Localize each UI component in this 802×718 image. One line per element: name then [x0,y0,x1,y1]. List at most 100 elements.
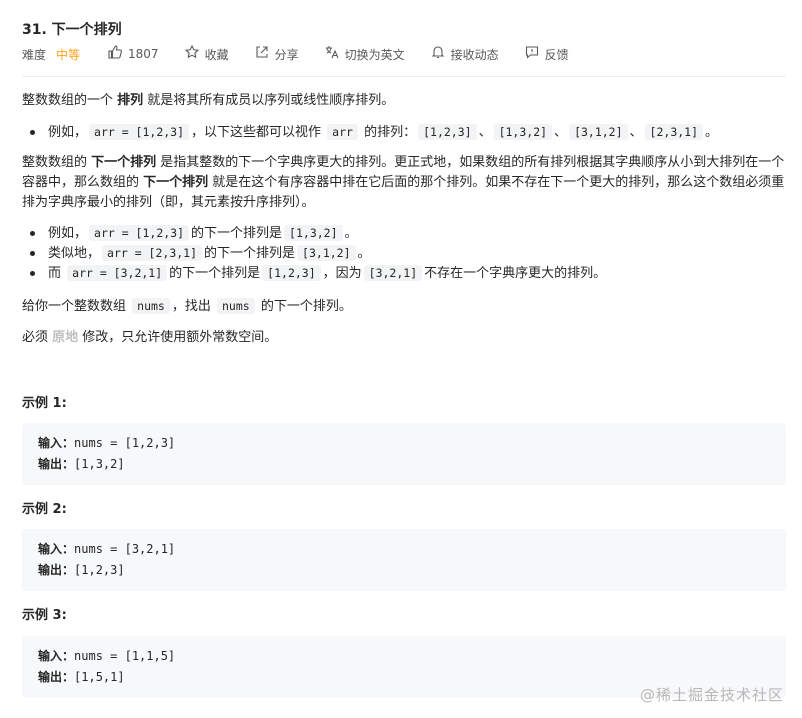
text: 。 [344,226,358,241]
text: 不存在一个字典序更大的排列。 [424,266,607,281]
notify-label: 接收动态 [450,47,499,62]
list-item: 而 arr = [3,2,1] 的下一个排列是 [1,2,3] ，因为 [3,2,1] 不… [29,263,607,284]
example-title: 示例 2: [22,502,67,517]
text: 例如， [48,125,88,140]
meta-toolbar: 难度 中等 1807 收藏 分享 切换为英文 接收动态 反馈 [22,44,786,64]
text: 必须 [22,330,53,345]
inline-code: nums [132,298,170,314]
example-title: 示例 1: [22,396,67,411]
bold-term: 下一个排列 [143,175,209,190]
watermark: @稀土掘金技术社区 [639,686,784,704]
inline-code: [1,3,2] [284,225,343,241]
output-value: [1,3,2] [74,457,125,471]
text: 修改，只允许使用额外常数空间。 [78,330,278,345]
input-label: 输入： [38,649,75,663]
translate-button[interactable]: 切换为英文 [325,45,405,63]
example-output: 输出：[1,2,3] [38,561,125,578]
text: 的下一个排列。 [256,299,352,314]
text: 容器中，那么数组的 [22,175,144,190]
text: 、 [629,125,643,140]
text: 的下一个排列是 [169,266,261,281]
text: 是指其整数的下一个字典序更大的排列。更正式地，如果数组的所有排列根据其字典顺序从… [156,155,785,170]
output-label: 输出： [38,670,75,684]
text-line: 排为字典序最小的排列（即，其元素按升序排列）。 [22,193,786,213]
list-item: 例如， arr = [1,2,3] 的下一个排列是 [1,3,2]。 [30,223,358,244]
paragraph-task: 给你一个整数数组 nums ，找出 nums 的下一个排列。 [22,296,352,317]
feedback-label: 反馈 [544,47,569,62]
inline-code: [2,3,1] [644,124,704,140]
text: 类似地， [48,246,101,261]
example-title: 示例 3: [22,608,67,623]
text: 就是在这个有序容器中排在它后面的那个排列。如果不存在下一个更大的排列，那么这个数… [208,175,785,190]
inline-code: arr = [1,2,3] [89,124,190,140]
text: 。 [705,125,719,140]
text: 例如， [48,226,88,241]
favorite-button[interactable]: 收藏 [184,44,229,63]
example-input: 输入：nums = [1,1,5] [38,647,175,664]
text: 整数数组的 [22,155,92,170]
text: 、 [554,125,568,140]
text: 的下一个排列是 [191,226,283,241]
text: 整数数组的一个 [22,93,118,108]
paragraph-definition: 整数数组的一个 排列 就是将其所有成员以序列或线性顺序排列。 [22,91,394,111]
text-line: 容器中，那么数组的 下一个排列 就是在这个有序容器中排在它后面的那个排列。如果不… [22,173,786,193]
example-input: 输入：nums = [3,2,1] [38,540,175,557]
output-value: [1,5,1] [74,670,125,684]
page-title: 31. 下一个排列 [22,22,122,38]
inline-code: [3,1,2] [297,245,356,261]
star-icon [184,44,199,63]
example-block: 输入：nums = [3,2,1] 输出：[1,2,3] [22,529,786,591]
paragraph-next-permutation: 整数数组的 下一个排列 是指其整数的下一个字典序更大的排列。更正式地，如果数组的… [22,153,786,213]
inline-code: [3,2,1] [363,265,423,281]
feedback-icon [525,45,539,63]
bell-icon [431,45,445,63]
like-count: 1807 [128,47,159,61]
divider [22,76,786,77]
text: 给你一个整数数组 [22,299,131,314]
input-value: nums = [3,2,1] [74,542,176,556]
share-icon [255,45,269,63]
input-value: nums = [1,1,5] [74,649,176,663]
like-button[interactable]: 1807 [108,45,159,63]
input-value: nums = [1,2,3] [74,436,176,450]
input-label: 输入： [38,436,75,450]
paragraph-constraint: 必须 原地 修改，只允许使用额外常数空间。 [22,328,277,348]
bold-term: 排列 [117,93,144,108]
text: 排为字典序最小的排列（即，其元素按升序排列）。 [22,195,315,210]
output-value: [1,2,3] [74,563,125,577]
emphasis-term: 原地 [52,330,79,345]
share-button[interactable]: 分享 [255,45,299,63]
inline-code: [1,2,3] [418,124,477,140]
inline-code: nums [216,298,255,314]
list-item: 例如， arr = [1,2,3] ，以下这些都可以视作 arr 的排列： [1,2,… [29,122,719,143]
difficulty-label: 难度 [22,47,47,62]
text: 就是将其所有成员以序列或线性顺序排列。 [143,93,395,108]
favorite-label: 收藏 [204,47,229,62]
text: 。 [357,246,371,261]
list-item: 类似地， arr = [2,3,1] 的下一个排列是 [3,1,2]。 [30,243,371,264]
text: ，因为 [322,266,362,281]
thumb-up-icon [108,45,123,63]
text: 、 [478,125,492,140]
example-input: 输入：nums = [1,2,3] [38,434,175,451]
output-label: 输出： [38,457,75,471]
inline-code: arr = [2,3,1] [102,245,203,261]
inline-code: [1,3,2] [493,124,553,140]
difficulty-badge: 中等 [56,47,81,62]
example-output: 输出：[1,5,1] [38,668,125,685]
inline-code: arr = [1,2,3] [89,225,190,241]
example-block: 输入：nums = [1,2,3] 输出：[1,3,2] [22,423,786,485]
inline-code: arr = [3,2,1] [67,265,168,281]
text: ，找出 [171,299,215,314]
text: 的下一个排列是 [204,246,296,261]
text: ，以下这些都可以视作 [191,125,326,140]
inline-code: [1,2,3] [262,265,321,281]
notify-button[interactable]: 接收动态 [431,45,499,63]
inline-code: [3,1,2] [569,124,628,140]
bold-term: 下一个排列 [91,155,157,170]
share-label: 分享 [274,47,299,62]
translate-label: 切换为英文 [344,47,405,62]
text: 而 [48,266,66,281]
example-output: 输出：[1,3,2] [38,455,125,472]
feedback-button[interactable]: 反馈 [525,45,569,63]
